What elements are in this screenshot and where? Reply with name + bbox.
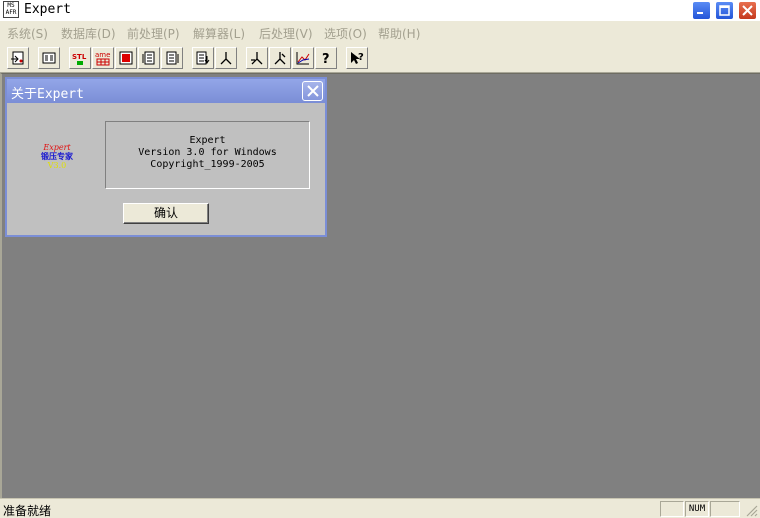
dialog-title-bar[interactable]: 关于Expert	[7, 79, 325, 103]
menu-postprocess[interactable]: 后处理(V)	[259, 25, 313, 42]
menu-system[interactable]: 系统(S)	[7, 25, 48, 42]
maximize-button[interactable]	[715, 1, 734, 20]
report-icon	[166, 51, 179, 65]
line-chart-icon	[296, 52, 310, 65]
copyright-text: Copyright_1999-2005	[150, 159, 265, 170]
app-icon[interactable]: MS AFR	[3, 1, 19, 18]
toolbar-context-help-button[interactable]: ?	[346, 47, 368, 69]
logo-line2: 锻压专家	[41, 151, 73, 161]
toolbar: STL ame ? ?	[0, 43, 760, 73]
version-info-box: Expert Version 3.0 for Windows Copyright…	[105, 121, 310, 189]
document-icon	[42, 52, 56, 64]
app-icon-line2: AFR	[5, 9, 17, 16]
toolbar-axis-view-button[interactable]	[246, 47, 268, 69]
status-message: 准备就绪	[3, 504, 52, 518]
status-bar: 准备就绪 NUM	[0, 498, 760, 518]
logo-line3: V3.0	[47, 161, 67, 170]
product-name: Expert	[189, 135, 226, 146]
toolbar-document-button[interactable]	[38, 47, 60, 69]
close-icon	[742, 5, 753, 16]
title-bar: MS AFR Expert	[0, 0, 760, 21]
close-button[interactable]	[738, 1, 757, 20]
stop-icon	[119, 51, 133, 65]
expert-logo: Expert 锻压专家 V3.0	[37, 143, 77, 170]
list-icon	[142, 51, 155, 65]
version-text: Version 3.0 for Windows	[138, 147, 277, 158]
dialog-body: Expert 锻压专家 V3.0 Expert Version 3.0 for …	[7, 103, 325, 235]
context-help-icon: ?	[351, 52, 364, 64]
minimize-button[interactable]	[692, 1, 711, 20]
open-document-icon	[11, 51, 24, 65]
menu-bar: 系统(S) 数据库(D) 前处理(P) 解算器(L) 后处理(V) 选项(O) …	[0, 21, 760, 43]
toolbar-report-button[interactable]	[161, 47, 183, 69]
minimize-icon	[697, 12, 703, 14]
toolbar-list-button[interactable]	[138, 47, 160, 69]
stl-icon: STL	[72, 53, 87, 65]
menu-options[interactable]: 选项(O)	[324, 25, 367, 42]
svg-text:?: ?	[322, 52, 330, 66]
export-icon	[196, 51, 210, 65]
dialog-close-button[interactable]	[302, 81, 323, 101]
stl-label: STL	[72, 53, 87, 61]
toolbar-axis-rotate-button[interactable]	[269, 47, 291, 69]
toolbar-open-button[interactable]	[7, 47, 29, 69]
window-title: Expert	[24, 2, 71, 17]
menu-help[interactable]: 帮助(H)	[378, 25, 420, 42]
maximize-icon	[719, 5, 730, 16]
status-pane-scroll	[710, 501, 740, 517]
ok-button[interactable]: 确认	[123, 203, 209, 224]
about-dialog: 关于Expert Expert 锻压专家 V3.0 Expert Version…	[5, 77, 327, 237]
question-icon: ?	[322, 52, 330, 66]
axis-icon	[220, 52, 232, 65]
dialog-title: 关于Expert	[11, 87, 84, 102]
axis-view-icon	[251, 52, 263, 65]
menu-solver[interactable]: 解算器(L)	[193, 25, 245, 42]
status-pane-num: NUM	[685, 501, 709, 517]
toolbar-ame-button[interactable]: ame	[92, 47, 114, 69]
menu-preprocess[interactable]: 前处理(P)	[127, 25, 180, 42]
toolbar-stop-button[interactable]	[115, 47, 137, 69]
toolbar-help-button[interactable]: ?	[315, 47, 337, 69]
close-icon	[306, 85, 319, 97]
toolbar-stl-button[interactable]: STL	[69, 47, 91, 69]
svg-text:?: ?	[358, 52, 364, 63]
app-icon-line1: MS	[7, 2, 15, 9]
axis-rotate-icon	[274, 52, 286, 65]
ame-label: ame	[95, 51, 110, 59]
toolbar-axis-button[interactable]	[215, 47, 237, 69]
resize-grip-icon[interactable]	[745, 504, 758, 517]
ame-icon: ame	[95, 51, 110, 66]
toolbar-chart-button[interactable]	[292, 47, 314, 69]
toolbar-export-button[interactable]	[192, 47, 214, 69]
menu-database[interactable]: 数据库(D)	[61, 25, 116, 42]
status-pane-caps	[660, 501, 684, 517]
